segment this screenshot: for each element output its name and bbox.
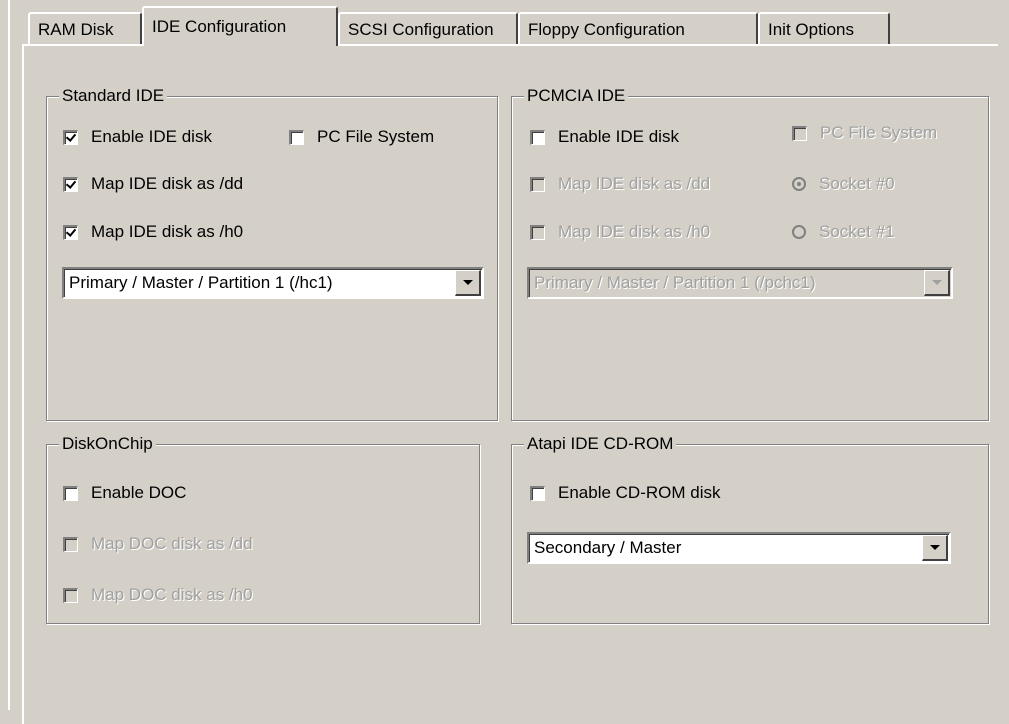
pcmcia-map-dd-checkbox[interactable]: Map IDE disk as /dd — [530, 172, 710, 196]
radio-circle[interactable] — [792, 225, 806, 239]
checkbox-box[interactable] — [63, 587, 78, 603]
radio-label: Socket #1 — [819, 222, 895, 241]
dropdown-button[interactable] — [924, 270, 950, 296]
checkbox-box[interactable] — [63, 224, 78, 240]
checkbox-box[interactable] — [530, 176, 545, 192]
checkbox-box[interactable] — [63, 129, 78, 145]
checkbox-box[interactable] — [289, 129, 304, 145]
map-doc-dd-checkbox[interactable]: Map DOC disk as /dd — [63, 532, 253, 556]
socket-0-radio[interactable]: Socket #0 — [792, 172, 895, 196]
pcmcia-enable-ide-checkbox[interactable]: Enable IDE disk — [530, 125, 679, 149]
group-title: Standard IDE — [59, 84, 168, 108]
tab-init-options[interactable]: Init Options — [758, 12, 890, 44]
pcmcia-ide-group: PCMCIA IDE Enable IDE disk PC File Syste… — [511, 84, 989, 421]
map-ide-dd-checkbox[interactable]: Map IDE disk as /dd — [63, 172, 243, 196]
checkbox-box[interactable] — [63, 176, 78, 192]
radio-circle[interactable] — [792, 177, 806, 191]
select-value: Secondary / Master — [534, 538, 682, 557]
enable-ide-checkbox[interactable]: Enable IDE disk — [63, 125, 212, 149]
tab-scsi-configuration[interactable]: SCSI Configuration — [338, 12, 518, 44]
pcmcia-pc-file-system-checkbox[interactable]: PC File System — [792, 121, 937, 145]
tab-ram-disk[interactable]: RAM Disk — [28, 12, 142, 44]
socket-1-radio[interactable]: Socket #1 — [792, 220, 895, 244]
dropdown-button[interactable] — [455, 270, 481, 296]
map-doc-h0-checkbox[interactable]: Map DOC disk as /h0 — [63, 583, 253, 607]
checkbox-label: Map IDE disk as /h0 — [558, 222, 711, 241]
pcmcia-map-h0-checkbox[interactable]: Map IDE disk as /h0 — [530, 220, 710, 244]
chevron-down-icon — [929, 545, 940, 550]
tab-label: RAM Disk — [38, 20, 114, 39]
cdrom-drive-select[interactable]: Secondary / Master — [527, 532, 951, 564]
checkbox-label: Map IDE disk as /dd — [91, 174, 244, 193]
checkbox-label: Map DOC disk as /h0 — [91, 585, 253, 604]
checkbox-box[interactable] — [63, 536, 78, 552]
window-left-edge — [8, 0, 10, 710]
standard-ide-group: Standard IDE Enable IDE disk PC File Sys… — [46, 84, 498, 421]
group-title: DiskOnChip — [59, 432, 156, 456]
group-title: PCMCIA IDE — [524, 84, 629, 108]
diskonchip-group: DiskOnChip Enable DOC Map DOC disk as /d… — [46, 432, 480, 624]
group-title: Atapi IDE CD-ROM — [524, 432, 677, 456]
radio-label: Socket #0 — [819, 174, 895, 193]
pcmcia-partition-select[interactable]: Primary / Master / Partition 1 (/pchc1) — [527, 267, 953, 299]
checkbox-box[interactable] — [530, 224, 545, 240]
select-value: Primary / Master / Partition 1 (/pchc1) — [534, 273, 816, 292]
checkbox-label: Map DOC disk as /dd — [91, 534, 253, 553]
dropdown-button[interactable] — [922, 535, 948, 561]
pc-file-system-checkbox[interactable]: PC File System — [289, 125, 434, 149]
standard-ide-partition-select[interactable]: Primary / Master / Partition 1 (/hc1) — [62, 267, 484, 299]
checkbox-label: Map IDE disk as /h0 — [91, 222, 244, 241]
checkbox-label: PC File System — [820, 123, 938, 142]
checkbox-box[interactable] — [63, 485, 78, 501]
chevron-down-icon — [462, 280, 473, 285]
select-value: Primary / Master / Partition 1 (/hc1) — [69, 273, 333, 292]
checkbox-label: Enable IDE disk — [91, 127, 212, 146]
checkbox-box[interactable] — [530, 485, 545, 501]
checkbox-label: PC File System — [317, 127, 435, 146]
tab-floppy-configuration[interactable]: Floppy Configuration — [518, 12, 758, 44]
tab-label: Init Options — [768, 20, 854, 39]
checkbox-label: Enable IDE disk — [558, 127, 679, 146]
tab-ide-configuration[interactable]: IDE Configuration — [142, 6, 338, 50]
checkbox-label: Map IDE disk as /dd — [558, 174, 711, 193]
tab-label: Floppy Configuration — [528, 20, 685, 39]
checkbox-box[interactable] — [530, 129, 545, 145]
checkbox-box[interactable] — [792, 125, 807, 141]
checkbox-label: Enable CD-ROM disk — [558, 483, 721, 502]
enable-doc-checkbox[interactable]: Enable DOC — [63, 481, 186, 505]
enable-cdrom-checkbox[interactable]: Enable CD-ROM disk — [530, 481, 721, 505]
chevron-down-icon — [931, 280, 942, 285]
tab-label: SCSI Configuration — [348, 20, 494, 39]
checkbox-label: Enable DOC — [91, 483, 187, 502]
tab-label: IDE Configuration — [152, 17, 287, 36]
atapi-cdrom-group: Atapi IDE CD-ROM Enable CD-ROM disk Seco… — [511, 432, 989, 624]
map-ide-h0-checkbox[interactable]: Map IDE disk as /h0 — [63, 220, 243, 244]
